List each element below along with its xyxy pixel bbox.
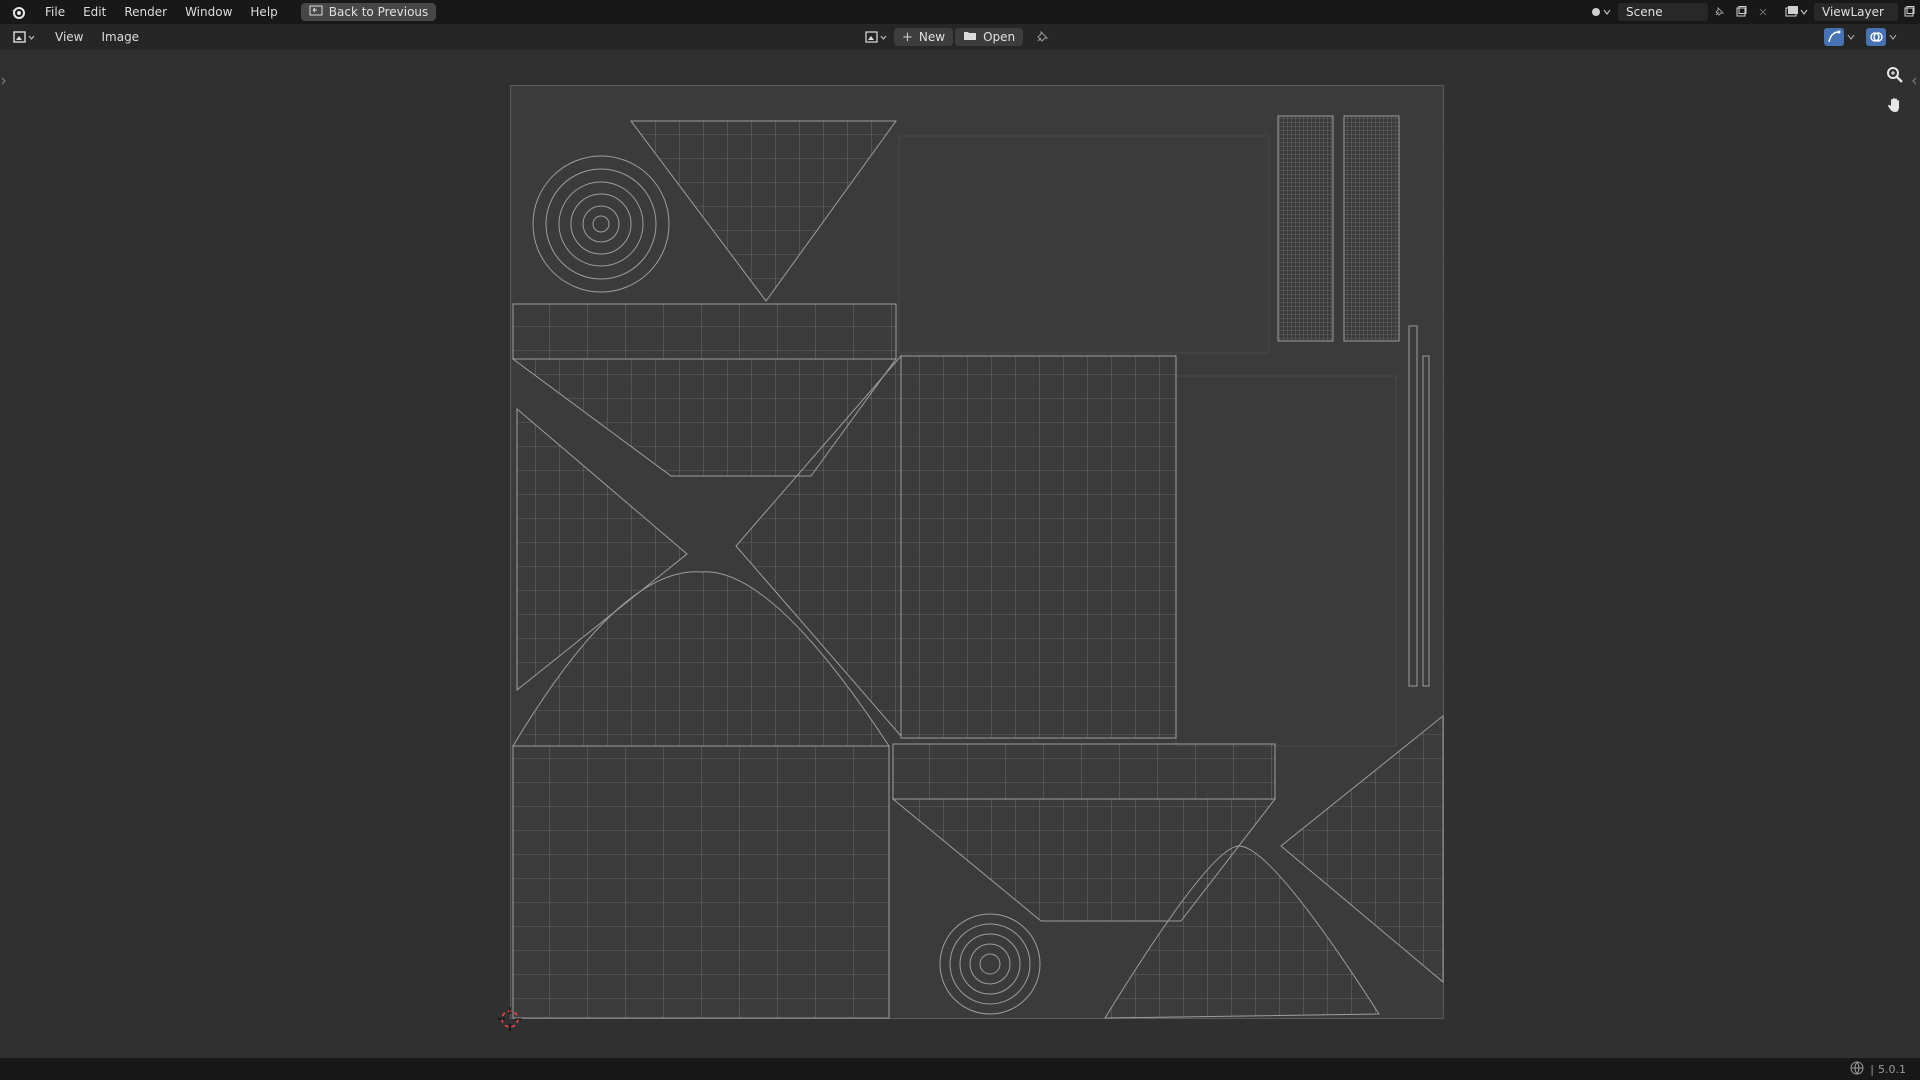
pin-scene-icon[interactable] xyxy=(1708,3,1730,21)
back-to-previous-button[interactable]: Back to Previous xyxy=(300,3,437,21)
menu-file[interactable]: File xyxy=(36,0,74,24)
2d-cursor-icon[interactable] xyxy=(496,1005,524,1033)
overlay-icon[interactable] xyxy=(1866,28,1886,46)
uv-sync-icon[interactable] xyxy=(1824,28,1844,46)
scene-name: Scene xyxy=(1626,5,1663,19)
menu-image[interactable]: Image xyxy=(92,25,148,49)
new-scene-icon[interactable] xyxy=(1730,3,1752,21)
back-to-previous-label: Back to Previous xyxy=(328,5,429,19)
plus-icon: + xyxy=(902,29,913,45)
new-image-label: New xyxy=(918,30,946,44)
sidebar-toggle-icon[interactable] xyxy=(1910,74,1918,88)
version-label: 5.0.1 xyxy=(1878,1062,1906,1076)
open-image-label: Open xyxy=(983,30,1016,44)
scene-browse-icon[interactable] xyxy=(1588,3,1616,21)
menu-help[interactable]: Help xyxy=(241,0,286,24)
open-image-button[interactable]: Open xyxy=(955,28,1024,46)
status-bar: | 5.0.1 xyxy=(0,1058,1920,1080)
image-browse-icon[interactable] xyxy=(862,28,892,46)
image-editor-icon[interactable] xyxy=(10,28,40,46)
menu-edit[interactable]: Edit xyxy=(74,0,115,24)
top-bar: File Edit Render Window Help Back to Pre… xyxy=(0,0,1920,24)
remove-scene-icon[interactable] xyxy=(1752,3,1774,21)
view-layer-field[interactable]: ViewLayer xyxy=(1814,3,1898,21)
new-image-button[interactable]: + New xyxy=(894,28,954,46)
zoom-icon[interactable] xyxy=(1884,64,1906,86)
view-layer-browse-icon[interactable] xyxy=(1782,3,1812,21)
menu-view[interactable]: View xyxy=(46,25,92,49)
overlay-chevron-icon[interactable] xyxy=(1886,28,1900,46)
pin-icon[interactable] xyxy=(1031,28,1053,46)
menu-render[interactable]: Render xyxy=(115,0,176,24)
uv-wireframe xyxy=(511,86,1445,1020)
uv-image-area[interactable] xyxy=(510,85,1445,1020)
status-separator: | xyxy=(1870,1062,1874,1076)
new-view-layer-icon[interactable] xyxy=(1898,3,1920,21)
hand-icon[interactable] xyxy=(1884,94,1906,116)
toolbar-toggle-icon[interactable] xyxy=(0,74,8,88)
folder-icon xyxy=(963,30,977,44)
globe-icon xyxy=(1850,1061,1864,1078)
scene-name-field[interactable]: Scene xyxy=(1618,3,1708,21)
image-editor-header: View Image + New Open xyxy=(0,24,1920,50)
menu-window[interactable]: Window xyxy=(176,0,241,24)
view-layer-name: ViewLayer xyxy=(1822,5,1884,19)
chevron-down-icon[interactable] xyxy=(1844,28,1858,46)
blender-logo-icon[interactable] xyxy=(0,0,36,24)
back-icon xyxy=(309,5,323,20)
